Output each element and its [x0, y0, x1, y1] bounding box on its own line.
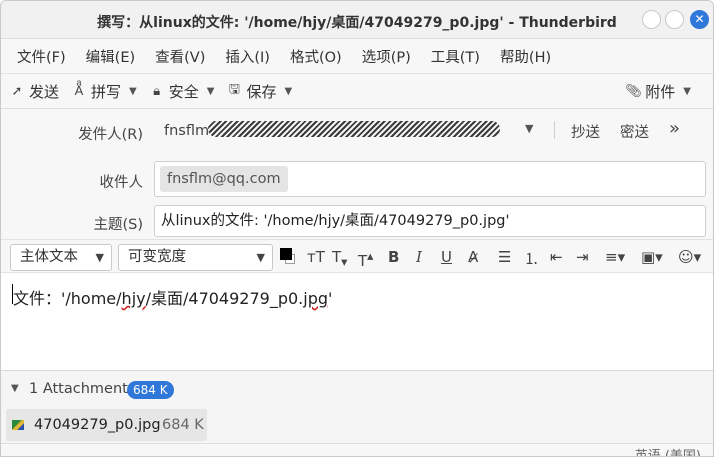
paragraph-format-value: 主体文本 — [20, 249, 78, 265]
attach-label: 附件 — [645, 82, 676, 101]
spellcheck-icon: Aͣ — [74, 84, 84, 99]
format-toolbar: 主体文本 ▼ 可变宽度 ▼ ᴛT T▾ T▴ B I U A̷ ☰ ⒈ ⇤ ⇥ … — [1, 239, 713, 273]
menu-format[interactable]: 格式(O) — [280, 46, 352, 67]
clear-format-icon[interactable]: A̷ — [468, 248, 478, 266]
font-value: 可变宽度 — [128, 249, 186, 265]
compose-window: 撰写：从linux的文件: '/home/hjy/桌面/47049279_p0.… — [0, 0, 714, 457]
bullet-list-icon[interactable]: ☰ — [498, 248, 511, 266]
save-label: 保存 — [246, 82, 277, 101]
image-file-icon — [12, 420, 24, 430]
paperclip-icon: 📎︎ — [625, 83, 642, 99]
align-menu-icon[interactable]: ≡▾ — [605, 248, 625, 266]
font-select[interactable]: 可变宽度 ▼ — [118, 244, 273, 271]
menu-file[interactable]: 文件(F) — [7, 46, 76, 67]
security-button[interactable]: 🔒︎ 安全 ▼ — [149, 81, 215, 102]
paragraph-format-select[interactable]: 主体文本 ▼ — [10, 244, 112, 271]
chevron-down-icon[interactable]: ▼ — [207, 86, 215, 97]
more-fields-icon[interactable]: » — [669, 118, 680, 139]
attach-button[interactable]: 📎︎ 附件 ▼ — [625, 81, 691, 102]
attachment-summary: 1 Attachment — [29, 381, 128, 397]
chevron-down-icon: ▼ — [95, 251, 104, 264]
send-button[interactable]: ➚ 发送 — [9, 81, 59, 102]
save-icon: 🖫 — [228, 82, 240, 97]
from-label: 发件人(R) — [78, 127, 143, 143]
chevron-down-icon[interactable]: ▼ — [525, 122, 533, 135]
close-button[interactable]: ✕ — [690, 10, 709, 29]
menu-edit[interactable]: 编辑(E) — [76, 46, 145, 67]
attachment-size: 684 K — [162, 417, 204, 433]
underline-icon[interactable]: U — [441, 248, 452, 266]
body-prefix: 文件：'/home/ — [13, 289, 122, 308]
window-title: 撰写：从linux的文件: '/home/hjy/桌面/47049279_p0.… — [97, 15, 617, 31]
attachment-item[interactable]: 47049279_p0.jpg 684 K — [6, 409, 207, 441]
spellcheck-language-status[interactable]: 英语 (美国) — [635, 445, 701, 456]
send-icon: ➚ — [11, 83, 23, 99]
numbered-list-icon[interactable]: ⒈ — [524, 248, 539, 269]
redaction-scribble — [208, 121, 500, 137]
spell-button[interactable]: Aͣ 拼写 ▼ — [71, 81, 137, 102]
message-header: 发件人(R) fnsflm ▼ 抄送 密送 » 收件人 fnsflm@qq.co… — [1, 109, 713, 239]
to-field[interactable]: fnsflm@qq.com — [154, 161, 706, 197]
attachment-bar[interactable]: ▼ 1 Attachment 684 K — [1, 370, 713, 406]
larger-size-icon[interactable]: T▴ — [358, 248, 373, 270]
body-middle: /桌面/47049279_p0. — [145, 289, 304, 308]
divider — [554, 121, 555, 139]
menu-options[interactable]: 选项(P) — [352, 46, 421, 67]
menu-tools[interactable]: 工具(T) — [421, 46, 490, 67]
title-bar[interactable]: 撰写：从linux的文件: '/home/hjy/桌面/47049279_p0.… — [1, 1, 713, 39]
spell-label: 拼写 — [91, 82, 122, 101]
outdent-icon[interactable]: ⇤ — [550, 248, 563, 266]
bcc-button[interactable]: 密送 — [620, 121, 649, 142]
chevron-down-icon[interactable]: ▼ — [129, 86, 137, 97]
body-misspelled-user: hjy — [121, 289, 146, 308]
maximize-button[interactable] — [665, 10, 684, 29]
message-body-editor[interactable]: 文件：'/home/hjy/桌面/47049279_p0.jpg' — [1, 272, 713, 370]
smaller-size-icon[interactable]: T▾ — [332, 248, 347, 269]
subject-input[interactable]: 从linux的文件: '/home/hjy/桌面/47049279_p0.jpg… — [154, 205, 706, 237]
indent-icon[interactable]: ⇥ — [576, 248, 589, 266]
font-size-icon[interactable]: ᴛT — [307, 248, 325, 266]
body-misspelled-ext: jpg — [303, 289, 329, 308]
menu-bar: 文件(F) 编辑(E) 查看(V) 插入(I) 格式(O) 选项(P) 工具(T… — [1, 39, 713, 73]
close-icon: ✕ — [694, 12, 705, 26]
to-label: 收件人 — [99, 175, 144, 191]
chevron-down-icon[interactable]: ▼ — [284, 86, 292, 97]
compose-toolbar: ➚ 发送 Aͣ 拼写 ▼ 🔒︎ 安全 ▼ 🖫 保存 ▼ 📎︎ 附件 ▼ — [1, 73, 713, 109]
attachment-list: 47049279_p0.jpg 684 K — [1, 406, 713, 444]
subject-label: 主题(S) — [93, 217, 143, 233]
chevron-down-icon[interactable]: ▼ — [11, 383, 19, 394]
minimize-button[interactable] — [642, 10, 661, 29]
emoji-icon[interactable]: ☺▾ — [678, 248, 701, 266]
attachment-name: 47049279_p0.jpg — [34, 417, 161, 433]
menu-help[interactable]: 帮助(H) — [490, 46, 561, 67]
send-label: 发送 — [29, 82, 60, 101]
body-suffix: ' — [328, 289, 333, 308]
menu-insert[interactable]: 插入(I) — [215, 46, 280, 67]
from-identity[interactable]: fnsflm — [164, 123, 209, 139]
menu-view[interactable]: 查看(V) — [145, 46, 215, 67]
cc-button[interactable]: 抄送 — [571, 121, 600, 142]
save-button[interactable]: 🖫 保存 ▼ — [226, 80, 292, 102]
text-color-swatch[interactable] — [280, 248, 292, 260]
body-text: 文件：'/home/hjy/桌面/47049279_p0.jpg' — [13, 285, 332, 309]
bold-icon[interactable]: B — [388, 248, 399, 266]
chevron-down-icon: ▼ — [256, 251, 265, 264]
insert-image-icon[interactable]: ▣▾ — [641, 248, 663, 266]
chevron-down-icon[interactable]: ▼ — [683, 86, 691, 97]
recipient-pill[interactable]: fnsflm@qq.com — [160, 166, 288, 192]
security-label: 安全 — [168, 82, 199, 101]
lock-icon: 🔒︎ — [153, 83, 161, 99]
italic-icon[interactable]: I — [416, 248, 422, 266]
attachment-size-badge: 684 K — [127, 381, 174, 399]
